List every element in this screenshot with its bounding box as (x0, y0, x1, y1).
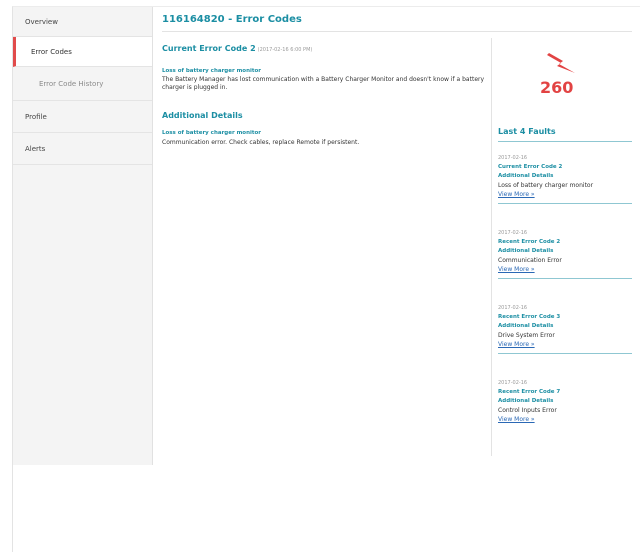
last-faults-title: Last 4 Faults (498, 127, 632, 142)
right-panel-divider (491, 38, 492, 456)
fault-details-label: Additional Details (498, 398, 554, 404)
additional-details-description: Communication error. Check cables, repla… (162, 139, 360, 146)
fault-date: 2017-02-16 (498, 155, 528, 161)
fault-code: Recent Error Code 2 (498, 239, 561, 245)
fault-description: Control Inputs Error (498, 407, 557, 414)
current-error-label: Loss of battery charger monitor (162, 68, 262, 74)
current-error-date: (2017-02-16 6:00 PM) (257, 47, 313, 53)
fault-details-label: Additional Details (498, 323, 554, 329)
fault-item: 2017-02-16 Current Error Code 2 Addition… (498, 154, 632, 204)
fault-item: 2017-02-16 Recent Error Code 3 Additiona… (498, 304, 632, 354)
sidebar-item-error-code-history[interactable]: Error Code History (13, 67, 152, 101)
sidebar-item-overview[interactable]: Overview (13, 7, 152, 37)
fault-counter: 260 (540, 78, 574, 97)
fault-date: 2017-02-16 (498, 305, 528, 311)
fault-details-label: Additional Details (498, 248, 554, 254)
fault-description: Communication Error (498, 257, 562, 264)
fault-code: Recent Error Code 7 (498, 389, 561, 395)
additional-details-title: Additional Details (162, 111, 243, 120)
fault-date: 2017-02-16 (498, 380, 528, 386)
fault-item: 2017-02-16 Recent Error Code 7 Additiona… (498, 379, 632, 428)
sidebar-item-profile[interactable]: Profile (13, 101, 152, 133)
sidebar: Overview Error Codes Error Code History … (13, 7, 153, 465)
sidebar-item-alerts[interactable]: Alerts (13, 133, 152, 165)
fault-view-more-link[interactable]: View More » (498, 190, 632, 199)
current-error-description: The Battery Manager has lost communicati… (162, 76, 485, 91)
additional-details-label: Loss of battery charger monitor (162, 130, 262, 136)
fault-description: Drive System Error (498, 332, 555, 339)
lightning-icon (547, 53, 575, 73)
fault-view-more-link[interactable]: View More » (498, 340, 632, 349)
fault-item: 2017-02-16 Recent Error Code 2 Additiona… (498, 229, 632, 279)
fault-code: Recent Error Code 3 (498, 314, 561, 320)
fault-code: Current Error Code 2 (498, 164, 563, 170)
fault-description: Loss of battery charger monitor (498, 182, 594, 189)
fault-view-more-link[interactable]: View More » (498, 265, 632, 274)
page-title: 116164820 - Error Codes (162, 14, 632, 32)
sidebar-item-error-codes[interactable]: Error Codes (13, 37, 152, 67)
current-error-title-text: Current Error Code 2 (162, 44, 256, 53)
fault-view-more-link[interactable]: View More » (498, 415, 632, 424)
fault-date: 2017-02-16 (498, 230, 528, 236)
fault-details-label: Additional Details (498, 173, 554, 179)
current-error-title: Current Error Code 2 (2017-02-16 6:00 PM) (162, 44, 312, 53)
